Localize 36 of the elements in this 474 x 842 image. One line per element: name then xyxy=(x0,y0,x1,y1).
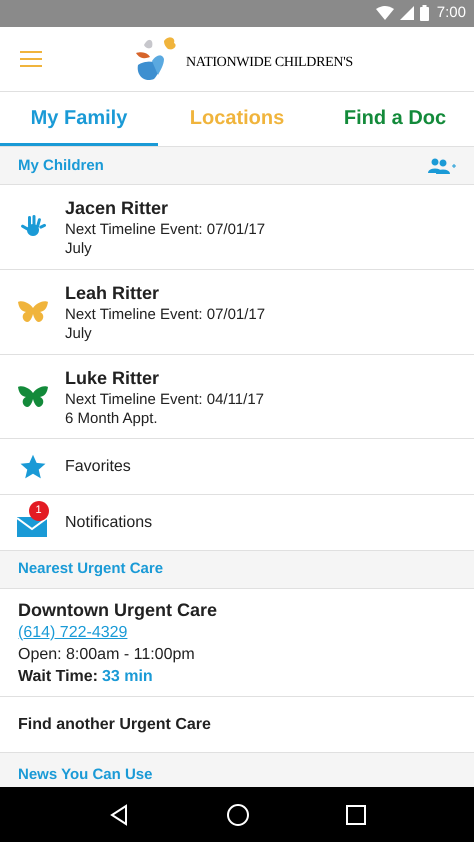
menu-row[interactable]: Favorites xyxy=(0,439,474,496)
timeline-event: Next Timeline Event: 07/01/17 xyxy=(65,304,266,324)
section-title: My Children xyxy=(18,156,104,176)
star-icon xyxy=(18,452,46,481)
child-name: Luke Ritter xyxy=(65,366,160,390)
menu-label: Favorites xyxy=(65,456,131,477)
event-detail: 6 Month Appt. xyxy=(65,408,159,428)
child-row[interactable]: Leah Ritter Next Timeline Event: 07/01/17 July xyxy=(0,270,474,355)
timeline-event: Next Timeline Event: 07/01/17 xyxy=(65,220,266,240)
child-name: Jacen Ritter xyxy=(65,197,170,220)
event-detail: July xyxy=(65,324,93,343)
find-another-label: Find another Urgent Care xyxy=(18,714,211,735)
section-title: Nearest Urgent Care xyxy=(18,559,164,580)
battery-icon xyxy=(420,5,429,22)
overview-icon[interactable] xyxy=(346,804,366,825)
add-person-icon[interactable] xyxy=(428,158,456,174)
signal-icon xyxy=(400,6,414,20)
tab[interactable]: Find a Doc xyxy=(316,92,474,146)
event-detail: July xyxy=(65,239,93,258)
urgent-care-name: Downtown Urgent Care xyxy=(18,598,218,622)
section-title: News You Can Use xyxy=(18,766,152,784)
wait-time-value: 33 min xyxy=(102,666,153,687)
back-icon[interactable] xyxy=(108,804,130,826)
menu-label: Notifications xyxy=(65,512,152,533)
child-name: Leah Ritter xyxy=(65,282,160,305)
timeline-event: Next Timeline Event: 04/11/17 xyxy=(65,390,264,409)
wifi-icon xyxy=(376,6,394,20)
opening-hours: Open: 8:00am - 11:00pm xyxy=(18,644,196,665)
wait-time-label: Wait Time: xyxy=(18,666,98,687)
child-row[interactable]: Luke Ritter Next Timeline Event: 04/11/17 6 Month Appt. xyxy=(0,354,474,440)
notification-badge: 1 xyxy=(28,500,48,521)
mail-icon xyxy=(16,516,46,537)
child-row[interactable]: Jacen Ritter Next Timeline Event: 07/01/17 July xyxy=(0,185,474,270)
logo-text: NATIONWIDE CHILDREN'S xyxy=(186,54,353,72)
home-icon[interactable] xyxy=(226,802,250,827)
status-time: 7:00 xyxy=(436,3,466,24)
